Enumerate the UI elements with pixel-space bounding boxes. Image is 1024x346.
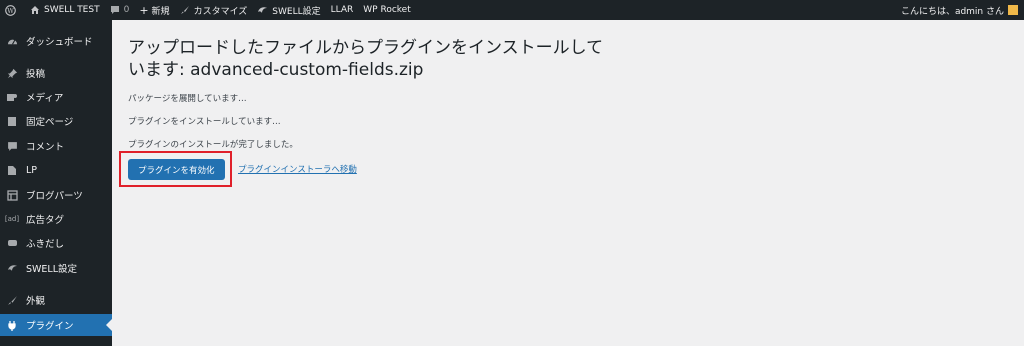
status-message-complete: プラグインのインストールが完了しました。 — [128, 140, 298, 150]
avatar — [1008, 5, 1018, 15]
comments-count: 0 — [123, 5, 130, 15]
svg-text:W: W — [7, 6, 14, 14]
sidebar-item-blog-parts[interactable]: ブログパーツ — [0, 184, 112, 206]
site-name: SWELL TEST — [44, 5, 100, 15]
swell-settings-label: SWELL設定 — [272, 6, 321, 17]
sidebar-item-label: コメント — [26, 142, 65, 153]
page-title: アップロードしたファイルからプラグインをインストールしています: advance… — [128, 38, 604, 80]
greeting: こんにちは、admin さん — [900, 6, 1004, 17]
sidebar-item-label: SWELL設定 — [26, 264, 78, 275]
activate-plugin-button[interactable]: プラグインを有効化 — [128, 159, 225, 180]
sidebar-item-label: メディア — [26, 93, 64, 104]
status-message-unpacking: パッケージを展開しています… — [128, 94, 247, 104]
sidebar-item-comments[interactable]: コメント — [0, 135, 112, 157]
wp-rocket-link[interactable]: WP Rocket — [358, 0, 415, 20]
bubble-icon — [6, 237, 18, 249]
sidebar-item-dashboard[interactable]: ダッシュボード — [0, 30, 112, 52]
sidebar-item-label: ブログパーツ — [26, 191, 83, 202]
new-label: 新規 — [151, 6, 170, 17]
swell-icon — [6, 262, 18, 274]
llar-label: LLAR — [330, 5, 354, 15]
new-content-link[interactable]: + 新規 — [134, 0, 174, 20]
sidebar-item-label: 投稿 — [26, 69, 46, 80]
comment-icon — [110, 6, 119, 14]
sidebar-item-balloon[interactable]: ふきだし — [0, 232, 112, 254]
document-icon — [6, 164, 18, 176]
sidebar-item-pages[interactable]: 固定ページ — [0, 110, 112, 132]
sidebar-item-label: 固定ページ — [26, 117, 74, 128]
site-name-link[interactable]: SWELL TEST — [25, 0, 105, 20]
plus-icon: + — [139, 3, 149, 17]
my-account-link[interactable]: こんにちは、admin さん — [896, 0, 1024, 20]
swell-settings-link[interactable]: SWELL設定 — [252, 0, 325, 20]
sidebar-item-label: ダッシュボード — [26, 37, 93, 48]
sidebar-item-label: 外観 — [26, 296, 46, 307]
page-icon — [6, 115, 18, 127]
sidebar-item-label: LP — [26, 164, 38, 176]
sidebar-item-label: ふきだし — [26, 239, 65, 250]
brush-icon — [180, 6, 189, 14]
sidebar-item-swell-settings[interactable]: SWELL設定 — [0, 257, 112, 279]
pin-icon — [6, 67, 18, 79]
ad-icon: [ad] — [4, 215, 20, 223]
main-content: アップロードしたファイルからプラグインをインストールしています: advance… — [112, 20, 1024, 346]
sidebar-item-media[interactable]: メディア — [0, 86, 112, 108]
wp-rocket-label: WP Rocket — [363, 5, 411, 15]
swell-icon — [258, 7, 268, 13]
plugin-installer-link[interactable]: プラグインインストーラへ移動 — [238, 163, 357, 175]
admin-bar: W SWELL TEST 0 + 新規 カスタマイズ SWELL設定 LLAR … — [0, 0, 1024, 20]
sidebar-item-label: プラグイン — [26, 321, 74, 332]
sidebar-item-label: 広告タグ — [26, 215, 65, 226]
sidebar-item-appearance[interactable]: 外観 — [0, 289, 112, 311]
dashboard-icon — [6, 35, 18, 47]
llar-link[interactable]: LLAR — [326, 0, 359, 20]
wordpress-logo[interactable]: W — [0, 0, 25, 20]
sidebar-item-ad-tags[interactable]: [ad] 広告タグ — [0, 208, 112, 230]
sidebar-item-posts[interactable]: 投稿 — [0, 62, 112, 84]
comments-link[interactable]: 0 — [105, 0, 135, 20]
home-icon — [31, 6, 39, 14]
sidebar-item-plugins[interactable]: プラグイン — [0, 314, 112, 336]
customize-label: カスタマイズ — [193, 6, 248, 17]
plugin-icon — [6, 319, 18, 331]
sidebar-item-lp[interactable]: LP — [0, 159, 112, 181]
status-message-installing: プラグインをインストールしています… — [128, 117, 281, 127]
blocks-icon — [6, 189, 18, 201]
media-icon — [6, 91, 18, 103]
comment-icon — [6, 140, 18, 152]
wordpress-icon: W — [5, 4, 16, 16]
brush-icon — [6, 294, 18, 306]
admin-sidebar: ダッシュボード 投稿 メディア 固定ページ コメント LP ブログパーツ [ad… — [0, 20, 112, 346]
customize-link[interactable]: カスタマイズ — [175, 0, 253, 20]
